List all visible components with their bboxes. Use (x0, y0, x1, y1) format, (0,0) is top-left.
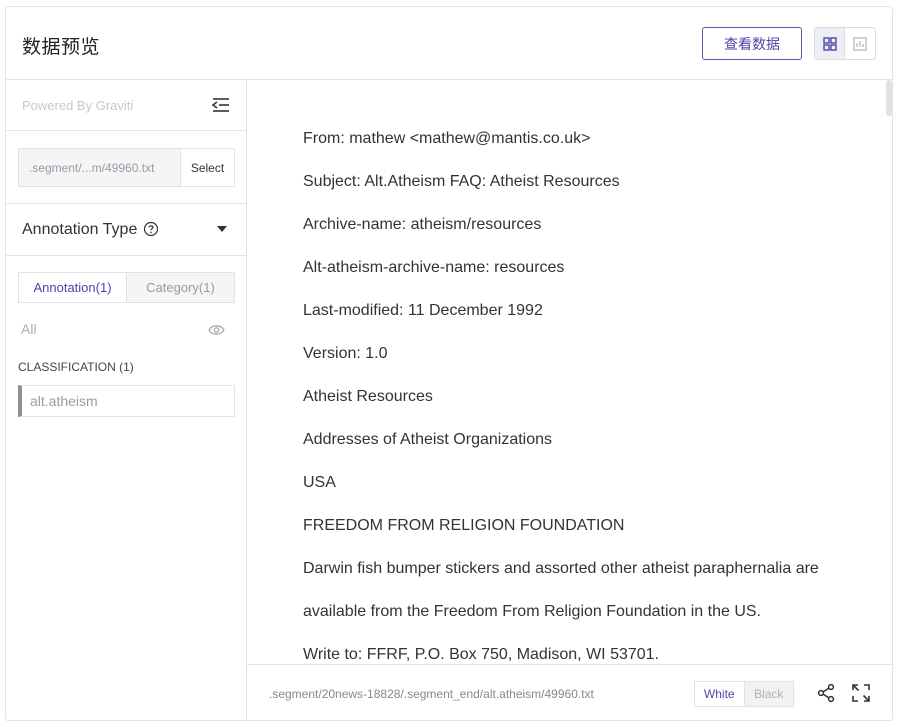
text-line: USA (303, 474, 336, 491)
text-line: available from the Freedom From Religion… (303, 603, 761, 620)
share-icon[interactable] (816, 683, 836, 703)
powered-by-row: Powered By Graviti (6, 80, 246, 131)
view-toggle (814, 27, 876, 60)
fullscreen-icon[interactable] (851, 683, 871, 703)
bar-chart-icon (853, 36, 867, 51)
annotation-type-dropdown[interactable]: Annotation Type (6, 204, 246, 256)
collapse-sidebar-icon[interactable] (210, 94, 232, 116)
white-theme-button[interactable]: White (695, 682, 745, 706)
text-line: Archive-name: atheism/resources (303, 216, 542, 233)
text-line: From: mathew <mathew@mantis.co.uk> (303, 130, 591, 147)
preview-footer: .segment/20news-18828/.segment_end/alt.a… (247, 664, 892, 721)
powered-by-text: Powered By Graviti (22, 98, 134, 113)
header: 数据预览 查看数据 (6, 7, 892, 80)
grid-icon (822, 36, 837, 51)
caret-down-icon (217, 226, 227, 232)
text-line: Write to: FFRF, P.O. Box 750, Madison, W… (303, 646, 659, 663)
text-line: Alt-atheism-archive-name: resources (303, 259, 565, 276)
text-line: Atheist Resources (303, 388, 433, 405)
select-button[interactable]: Select (180, 148, 235, 187)
chart-view-toggle[interactable] (845, 28, 875, 59)
black-theme-button[interactable]: Black (744, 682, 793, 706)
classification-title: CLASSIFICATION (1) (18, 360, 134, 374)
text-line: Last-modified: 11 December 1992 (303, 302, 543, 319)
annotation-tabs: Annotation(1) Category(1) (18, 272, 235, 303)
text-line: Darwin fish bumper stickers and assorted… (303, 560, 819, 577)
file-path: .segment/20news-18828/.segment_end/alt.a… (269, 687, 594, 701)
classification-item[interactable]: alt.atheism (18, 385, 235, 417)
tab-annotation[interactable]: Annotation(1) (19, 273, 127, 302)
text-line: Addresses of Atheist Organizations (303, 431, 553, 448)
text-lines: From: mathew <mathew@mantis.co.uk> Subjec… (303, 130, 863, 664)
grid-view-toggle[interactable] (815, 28, 846, 59)
sidebar: Powered By Graviti Select Annotation Typ… (6, 80, 247, 721)
all-filter-label[interactable]: All (21, 321, 37, 337)
theme-toggle: White Black (694, 681, 794, 707)
scrollbar-thumb[interactable] (886, 80, 892, 116)
segment-path-input[interactable] (18, 148, 180, 187)
tab-category[interactable]: Category(1) (127, 273, 234, 302)
help-icon[interactable] (143, 221, 159, 237)
text-line: Subject: Alt.Atheism FAQ: Atheist Resour… (303, 173, 620, 190)
annotation-type-label: Annotation Type (22, 221, 138, 238)
text-preview: From: mathew <mathew@mantis.co.uk> Subjec… (247, 80, 892, 664)
segment-select-row: Select (6, 131, 246, 204)
preview-panel: 数据预览 查看数据 Powered By Graviti .segment/..… (5, 6, 893, 721)
view-data-button[interactable]: 查看数据 (702, 27, 802, 60)
eye-icon[interactable] (208, 324, 225, 336)
page-title: 数据预览 (22, 36, 101, 58)
text-line: FREEDOM FROM RELIGION FOUNDATION (303, 517, 625, 534)
text-line: Version: 1.0 (303, 345, 388, 362)
